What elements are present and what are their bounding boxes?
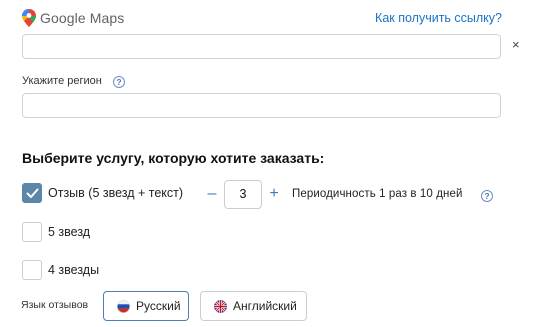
service-label-5-stars: 5 звезд (48, 225, 91, 239)
google-maps-pin-icon (22, 9, 36, 27)
language-english-button[interactable]: Английский (200, 291, 307, 321)
checkbox-5-stars[interactable] (22, 222, 42, 242)
language-russian-label: Русский (136, 299, 181, 313)
maps-url-input[interactable] (22, 34, 501, 59)
language-russian-button[interactable]: Русский (103, 291, 189, 321)
periodicity-label: Периодичность 1 раз в 10 дней (292, 188, 463, 200)
quantity-decrement-button[interactable]: – (206, 184, 218, 204)
quantity-input[interactable]: 3 (224, 180, 262, 209)
google-maps-brand-text: Google Maps (40, 10, 125, 26)
checkbox-review-5-stars-text[interactable] (22, 183, 42, 203)
periodicity-help-icon[interactable]: ? (481, 190, 493, 202)
service-label-review: Отзыв (5 звезд + текст) (48, 186, 184, 200)
region-input[interactable] (22, 93, 501, 118)
help-icon[interactable]: ? (113, 76, 125, 88)
language-english-label: Английский (233, 299, 297, 313)
checkmark-icon (26, 188, 38, 198)
language-label: Язык отзывов (21, 299, 89, 311)
close-icon[interactable]: × (512, 38, 524, 52)
uk-flag-icon (214, 299, 227, 313)
quantity-increment-button[interactable]: + (268, 184, 280, 204)
section-title: Выберите услугу, которую хотите заказать… (22, 150, 325, 166)
service-label-4-stars: 4 звезды (48, 263, 100, 277)
google-maps-logo: Google Maps (22, 9, 124, 27)
russia-flag-icon (117, 299, 130, 313)
region-label: Укажите регион (22, 75, 102, 87)
checkbox-4-stars[interactable] (22, 260, 42, 280)
how-to-get-link[interactable]: Как получить ссылку? (375, 11, 502, 25)
